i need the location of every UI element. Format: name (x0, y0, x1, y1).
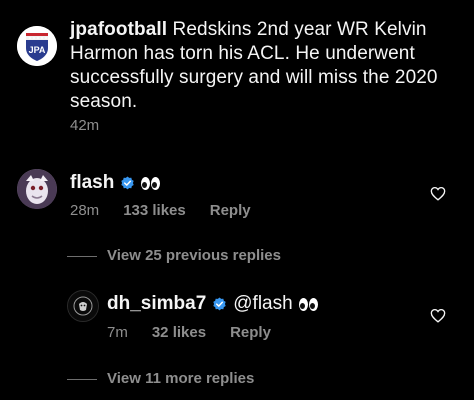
jpa-shield-logo: JPA (17, 26, 57, 66)
comment-row-dh-simba7: dh_simba7 @flash (107, 292, 318, 316)
svg-text:JPA: JPA (29, 45, 46, 55)
comment-avatar-flash[interactable] (17, 169, 57, 209)
post-avatar[interactable]: JPA (17, 26, 57, 66)
comment-row-flash: flash (70, 171, 161, 195)
eyes-emoji (298, 297, 318, 311)
heart-outline-icon[interactable] (430, 308, 446, 323)
comment-username[interactable]: flash (70, 171, 114, 195)
post-caption: jpafootball Redskins 2nd year WR Kelvin … (70, 18, 465, 114)
comment-mention[interactable]: @flash (233, 292, 292, 316)
comment-avatar-dh-simba7[interactable] (67, 290, 99, 322)
replies-divider-line (67, 256, 97, 257)
verified-badge-icon (121, 175, 135, 189)
reply-button[interactable]: Reply (230, 324, 271, 341)
verified-badge-icon (213, 296, 226, 310)
dh-simba7-avatar-image (68, 291, 98, 321)
reply-button[interactable]: Reply (210, 202, 251, 219)
view-more-replies-link[interactable]: View 11 more replies (107, 370, 254, 387)
comment-meta-dh-simba7: 7m 32 likes Reply (107, 324, 271, 341)
eyes-emoji (141, 176, 161, 190)
heart-outline-icon[interactable] (430, 186, 446, 201)
replies-divider-line (67, 379, 97, 380)
post-username[interactable]: jpafootball (70, 19, 167, 40)
view-previous-replies-link[interactable]: View 25 previous replies (107, 247, 281, 264)
comment-likes[interactable]: 133 likes (123, 202, 186, 219)
comment-meta-flash: 28m 133 likes Reply (70, 202, 251, 219)
flash-avatar-image (17, 169, 57, 209)
comment-timestamp: 7m (107, 324, 128, 341)
comment-username[interactable]: dh_simba7 (107, 292, 206, 316)
post-timestamp: 42m (70, 117, 100, 134)
comment-likes[interactable]: 32 likes (152, 324, 206, 341)
comment-timestamp: 28m (70, 202, 100, 219)
